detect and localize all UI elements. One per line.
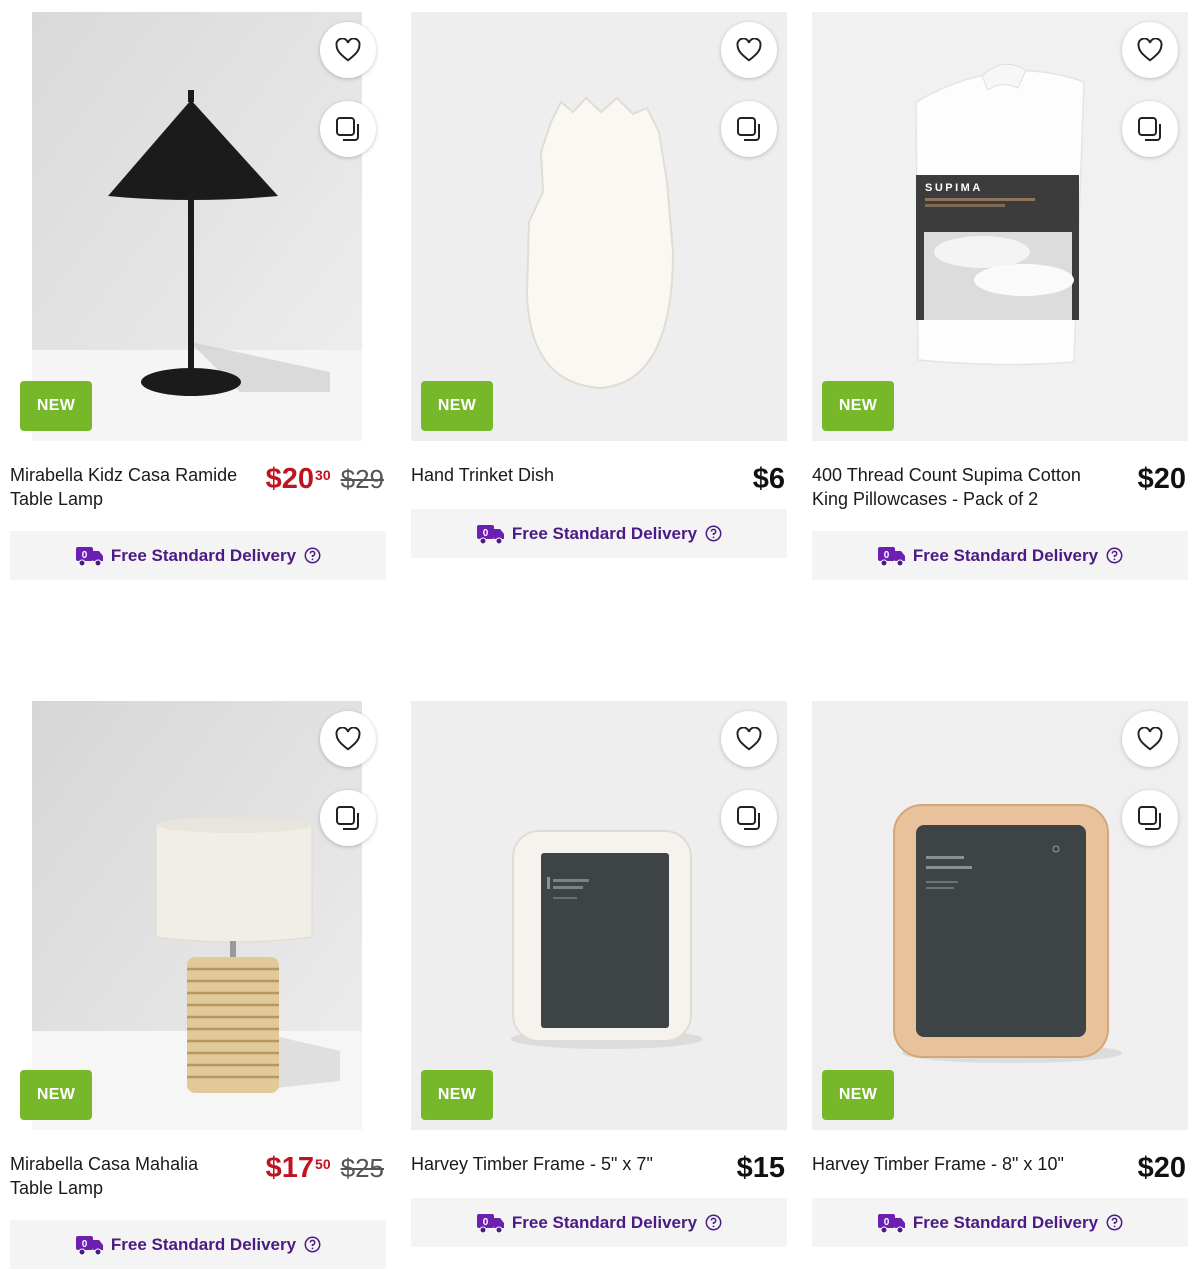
delivery-label: Free Standard Delivery bbox=[912, 1212, 1099, 1232]
add-to-wishlist-button[interactable] bbox=[320, 711, 376, 767]
current-price: $15 bbox=[736, 1152, 785, 1184]
price-block: $2030 $29 bbox=[266, 463, 384, 495]
compare-button[interactable] bbox=[721, 101, 777, 157]
product-name[interactable]: Harvey Timber Frame - 5" x 7" bbox=[411, 1152, 711, 1176]
compare-icon bbox=[737, 806, 760, 830]
help-circle-icon[interactable] bbox=[304, 1236, 321, 1253]
delivery-label: Free Standard Delivery bbox=[110, 1234, 297, 1254]
heart-icon bbox=[1137, 727, 1163, 751]
free-delivery-banner[interactable]: 0 Free Standard Delivery bbox=[812, 1198, 1188, 1247]
new-badge: NEW bbox=[20, 381, 92, 431]
add-to-wishlist-button[interactable] bbox=[320, 22, 376, 78]
new-badge: NEW bbox=[822, 381, 894, 431]
price-block: $1750 $25 bbox=[266, 1152, 384, 1184]
add-to-wishlist-button[interactable] bbox=[1122, 22, 1178, 78]
product-image[interactable]: NEW bbox=[812, 701, 1188, 1130]
price-block: $20 bbox=[1138, 463, 1186, 495]
compare-icon bbox=[336, 806, 359, 830]
delivery-label: Free Standard Delivery bbox=[912, 545, 1099, 565]
truck-icon: 0 bbox=[476, 1212, 506, 1234]
new-badge: NEW bbox=[421, 381, 493, 431]
free-delivery-banner[interactable]: 0 Free Standard Delivery bbox=[10, 531, 386, 580]
add-to-wishlist-button[interactable] bbox=[721, 711, 777, 767]
compare-icon bbox=[336, 117, 359, 141]
product-image[interactable]: NEW bbox=[10, 701, 386, 1130]
product-name[interactable]: Mirabella Kidz Casa Ramide Table Lamp bbox=[10, 463, 240, 511]
free-delivery-banner[interactable]: 0 Free Standard Delivery bbox=[812, 531, 1188, 580]
compare-icon bbox=[1138, 117, 1161, 141]
compare-button[interactable] bbox=[721, 790, 777, 846]
free-delivery-banner[interactable]: 0 Free Standard Delivery bbox=[411, 509, 787, 558]
add-to-wishlist-button[interactable] bbox=[1122, 711, 1178, 767]
svg-text:0: 0 bbox=[884, 550, 890, 561]
delivery-label: Free Standard Delivery bbox=[110, 545, 297, 565]
help-circle-icon[interactable] bbox=[304, 547, 321, 564]
was-price: $25 bbox=[340, 1153, 384, 1183]
svg-text:0: 0 bbox=[483, 1217, 489, 1228]
help-circle-icon[interactable] bbox=[705, 525, 722, 542]
truck-icon: 0 bbox=[476, 523, 506, 545]
heart-icon bbox=[736, 727, 762, 751]
product-name[interactable]: Hand Trinket Dish bbox=[411, 463, 641, 487]
help-circle-icon[interactable] bbox=[1106, 1214, 1123, 1231]
product-name[interactable]: 400 Thread Count Supima Cotton King Pill… bbox=[812, 463, 1112, 511]
heart-icon bbox=[1137, 38, 1163, 62]
price-block: $6 bbox=[753, 463, 785, 495]
current-price: $6 bbox=[752, 463, 785, 495]
truck-icon: 0 bbox=[877, 545, 907, 567]
svg-text:0: 0 bbox=[82, 550, 88, 561]
delivery-label: Free Standard Delivery bbox=[511, 523, 698, 543]
add-to-wishlist-button[interactable] bbox=[721, 22, 777, 78]
compare-button[interactable] bbox=[320, 790, 376, 846]
product-image[interactable]: NEW bbox=[411, 12, 787, 441]
product-card[interactable]: NEW Hand Trinket Dish $6 0 Free Standard… bbox=[411, 12, 787, 558]
help-circle-icon[interactable] bbox=[705, 1214, 722, 1231]
current-price: $20 bbox=[1137, 463, 1186, 495]
compare-button[interactable] bbox=[1122, 101, 1178, 157]
heart-icon bbox=[736, 38, 762, 62]
new-badge: NEW bbox=[822, 1070, 894, 1120]
price-block: $15 bbox=[737, 1152, 785, 1184]
price-block: $20 bbox=[1138, 1152, 1186, 1184]
heart-icon bbox=[335, 727, 361, 751]
product-image[interactable]: SUPIMA NEW bbox=[812, 12, 1188, 441]
was-price: $29 bbox=[340, 464, 384, 494]
truck-icon: 0 bbox=[75, 1234, 105, 1256]
free-delivery-banner[interactable]: 0 Free Standard Delivery bbox=[411, 1198, 787, 1247]
heart-icon bbox=[335, 38, 361, 62]
help-circle-icon[interactable] bbox=[1106, 547, 1123, 564]
compare-button[interactable] bbox=[1122, 790, 1178, 846]
new-badge: NEW bbox=[20, 1070, 92, 1120]
product-card[interactable]: NEW Mirabella Kidz Casa Ramide Table Lam… bbox=[10, 12, 386, 580]
truck-icon: 0 bbox=[877, 1212, 907, 1234]
free-delivery-banner[interactable]: 0 Free Standard Delivery bbox=[10, 1220, 386, 1269]
new-badge: NEW bbox=[421, 1070, 493, 1120]
compare-icon bbox=[737, 117, 760, 141]
current-price: $20 bbox=[1137, 1152, 1186, 1184]
product-card[interactable]: NEW Harvey Timber Frame - 8" x 10" $20 0… bbox=[812, 701, 1188, 1247]
truck-icon: 0 bbox=[75, 545, 105, 567]
compare-icon bbox=[1138, 806, 1161, 830]
package-brand-text: SUPIMA bbox=[925, 182, 983, 194]
product-name[interactable]: Harvey Timber Frame - 8" x 10" bbox=[812, 1152, 1112, 1176]
product-image[interactable]: NEW bbox=[411, 701, 787, 1130]
product-card[interactable]: SUPIMA NEW 400 Thread Count Supima Cotto… bbox=[812, 12, 1188, 580]
svg-text:0: 0 bbox=[884, 1217, 890, 1228]
svg-text:0: 0 bbox=[483, 528, 489, 539]
product-card[interactable]: NEW Harvey Timber Frame - 5" x 7" $15 0 … bbox=[411, 701, 787, 1247]
product-card[interactable]: NEW Mirabella Casa Mahalia Table Lamp $1… bbox=[10, 701, 386, 1269]
delivery-label: Free Standard Delivery bbox=[511, 1212, 698, 1232]
sale-price: $1750 bbox=[265, 1152, 331, 1184]
product-image[interactable]: NEW bbox=[10, 12, 386, 441]
product-name[interactable]: Mirabella Casa Mahalia Table Lamp bbox=[10, 1152, 240, 1200]
svg-text:0: 0 bbox=[82, 1239, 88, 1250]
sale-price: $2030 bbox=[265, 463, 331, 495]
compare-button[interactable] bbox=[320, 101, 376, 157]
